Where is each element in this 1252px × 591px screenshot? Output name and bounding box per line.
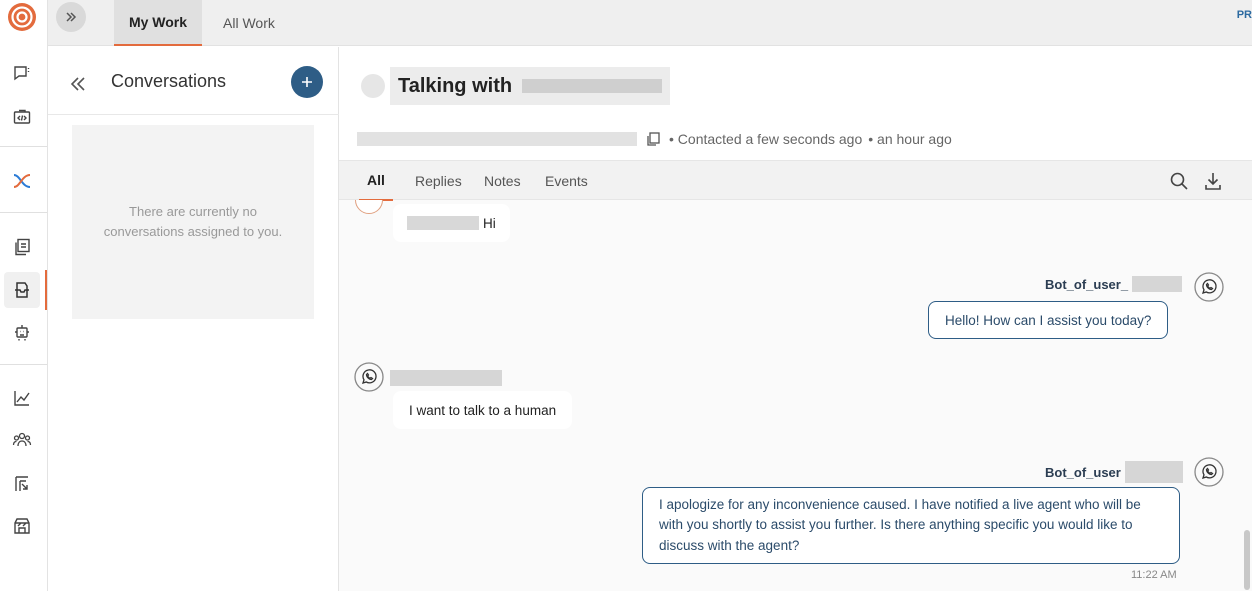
empty-conversations-text: There are currently no conversations ass… xyxy=(103,204,283,239)
store-icon[interactable] xyxy=(9,513,35,539)
redacted-text xyxy=(407,216,479,230)
tab-replies[interactable]: Replies xyxy=(415,161,462,201)
message-bubble-user: I want to talk to a human xyxy=(393,391,573,429)
reports-icon[interactable] xyxy=(9,471,35,497)
download-icon[interactable] xyxy=(1203,171,1223,191)
tab-notes[interactable]: Notes xyxy=(484,161,521,201)
logo-icon[interactable] xyxy=(7,2,37,32)
whatsapp-icon xyxy=(1194,272,1224,302)
message-text: I apologize for any inconvenience caused… xyxy=(659,496,1141,553)
chat-tabs: All Replies Notes Events xyxy=(339,160,1252,201)
tab-all[interactable]: All xyxy=(359,161,393,201)
sender-name-text: Bot_of_user xyxy=(1045,464,1121,480)
add-conversation-button[interactable] xyxy=(291,66,323,98)
plus-icon xyxy=(302,77,312,87)
whatsapp-icon xyxy=(354,362,384,392)
contact-avatar xyxy=(361,74,385,98)
copy-doc-icon[interactable] xyxy=(9,234,35,260)
contact-meta: • Contacted a few seconds ago • an hour … xyxy=(355,129,952,149)
double-chevron-left-icon[interactable] xyxy=(68,74,88,94)
empty-conversations-message: There are currently no conversations ass… xyxy=(72,125,314,319)
sender-name-text: Bot_of_user_ xyxy=(1045,276,1129,292)
user-avatar xyxy=(355,200,383,214)
conversations-header: Conversations xyxy=(48,47,339,115)
message-list: Hi Bot_of_user_ Hello! How can I assist … xyxy=(339,200,1252,591)
inbox-icon[interactable] xyxy=(9,277,35,303)
conversations-title: Conversations xyxy=(111,71,227,91)
redacted-sender xyxy=(1132,276,1183,292)
top-bar: My Work All Work PR xyxy=(48,0,1252,46)
bot-icon[interactable] xyxy=(9,319,35,345)
left-icon-rail xyxy=(0,0,48,591)
conversations-panel: Conversations There are currently no con… xyxy=(48,47,339,591)
sender-name: Bot_of_user_ xyxy=(1045,276,1183,292)
chat-header: Talking with • Contacted a few seconds a… xyxy=(339,47,1252,160)
code-icon[interactable] xyxy=(9,104,35,130)
message-text: I want to talk to a human xyxy=(409,402,557,418)
message-time: 11:22 AM xyxy=(1131,569,1177,581)
last-active-time: • an hour ago xyxy=(868,131,952,147)
redacted-sender xyxy=(390,370,502,386)
search-icon[interactable] xyxy=(1169,171,1189,191)
chat-title: Talking with xyxy=(390,67,671,105)
flow-icon[interactable] xyxy=(9,168,35,194)
message-bubble-user: Hi xyxy=(393,204,510,242)
chat-area: Talking with • Contacted a few seconds a… xyxy=(339,47,1252,591)
message-bubble-bot: I apologize for any inconvenience caused… xyxy=(642,487,1180,564)
tab-all-work[interactable]: All Work xyxy=(223,0,275,46)
tab-my-work[interactable]: My Work xyxy=(114,0,202,46)
message-bubble-bot: Hello! How can I assist you today? xyxy=(928,301,1169,339)
message-text: Hello! How can I assist you today? xyxy=(945,312,1152,328)
tab-events[interactable]: Events xyxy=(545,161,588,201)
analytics-icon[interactable] xyxy=(9,385,35,411)
users-icon[interactable] xyxy=(9,427,35,453)
message-text: Hi xyxy=(483,215,496,231)
copy-icon[interactable] xyxy=(645,131,661,147)
expand-sidebar-button[interactable] xyxy=(56,2,86,32)
whatsapp-icon xyxy=(1194,457,1224,487)
chat-icon[interactable] xyxy=(9,60,35,86)
chat-scrollbar[interactable] xyxy=(1244,530,1250,590)
double-chevron-right-icon xyxy=(66,12,77,22)
sender-name: Bot_of_user xyxy=(1045,461,1183,483)
redacted-contact-name xyxy=(522,79,663,93)
contacted-status: • Contacted a few seconds ago xyxy=(669,131,863,147)
redacted-contact-id xyxy=(357,132,637,146)
chat-title-text: Talking with xyxy=(398,74,513,97)
redacted-sender xyxy=(1124,461,1183,483)
top-right-label[interactable]: PR xyxy=(1237,9,1252,21)
